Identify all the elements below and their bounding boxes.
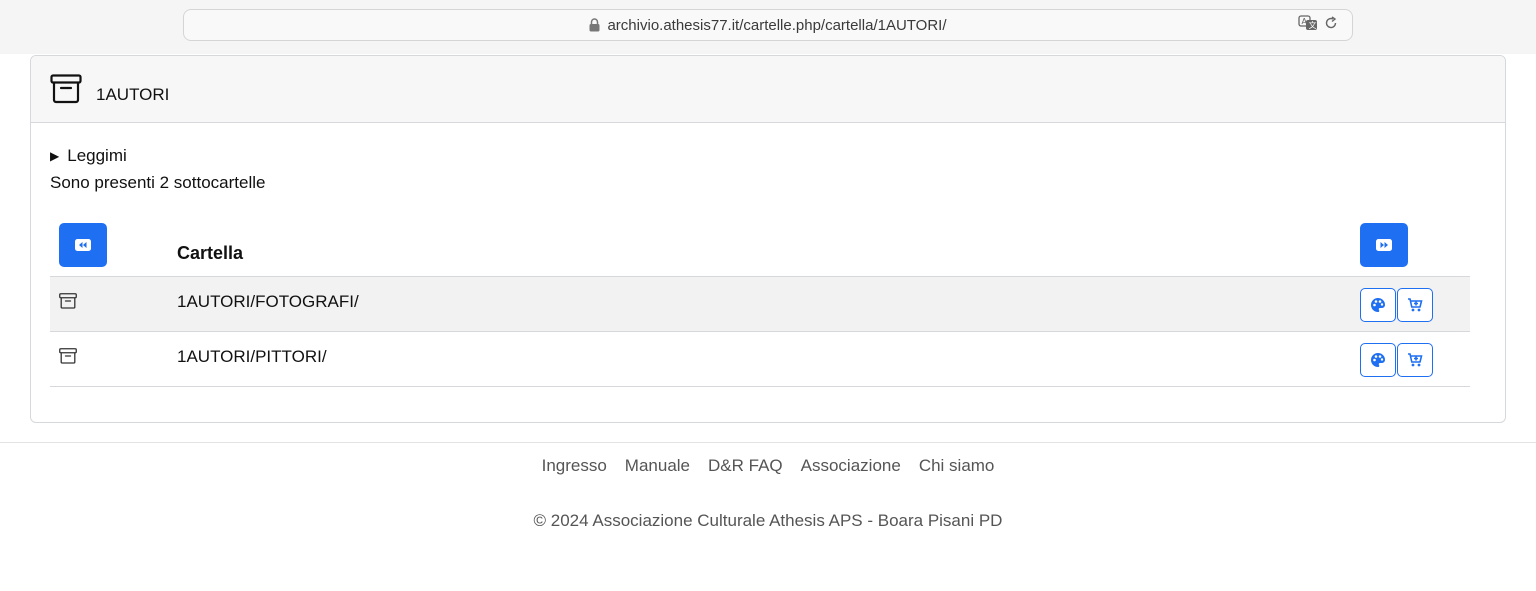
- cart-add-icon: [1408, 353, 1423, 367]
- footer-link-associazione[interactable]: Associazione: [801, 456, 901, 476]
- copyright-text: © 2024 Associazione Culturale Athesis AP…: [533, 511, 1003, 530]
- footer-divider: [0, 442, 1536, 443]
- archive-box-icon: [59, 293, 77, 314]
- next-page-button[interactable]: [1360, 223, 1408, 267]
- disclosure-triangle-icon: ▶: [50, 149, 60, 163]
- add-to-cart-button[interactable]: [1397, 343, 1433, 377]
- footer-link-manuale[interactable]: Manuale: [625, 456, 690, 476]
- folders-table: Cartella 1AUTORI/FOTOGRAFI/ 1AUTORI/PITT…: [50, 216, 1470, 387]
- footer-nav: Ingresso Manuale D&R FAQ Associazione Ch…: [0, 456, 1536, 476]
- cart-add-icon: [1408, 298, 1423, 312]
- palette-icon: [1371, 353, 1385, 367]
- previous-page-button[interactable]: [59, 223, 107, 267]
- folder-link[interactable]: 1AUTORI/FOTOGRAFI/: [177, 292, 359, 312]
- palette-button[interactable]: [1360, 288, 1396, 322]
- fast-forward-icon: [1376, 239, 1392, 251]
- archive-box-icon: [50, 74, 82, 109]
- table-row[interactable]: 1AUTORI/FOTOGRAFI/: [50, 277, 1470, 332]
- footer-link-chi-siamo[interactable]: Chi siamo: [919, 456, 995, 476]
- reload-icon[interactable]: [1324, 16, 1338, 33]
- browser-toolbar: archivio.athesis77.it/cartelle.php/carte…: [0, 0, 1536, 54]
- address-bar[interactable]: archivio.athesis77.it/cartelle.php/carte…: [183, 9, 1353, 41]
- footer-link-faq[interactable]: D&R FAQ: [708, 456, 783, 476]
- url-text: archivio.athesis77.it/cartelle.php/carte…: [607, 16, 947, 34]
- table-row[interactable]: 1AUTORI/PITTORI/: [50, 332, 1470, 387]
- archive-box-icon: [59, 348, 77, 369]
- readme-toggle[interactable]: ▶ Leggimi: [50, 146, 127, 166]
- lock-icon: [589, 18, 600, 32]
- column-header-cartella: Cartella: [177, 243, 244, 263]
- svg-text:文: 文: [1309, 20, 1317, 30]
- translate-icon[interactable]: A 文: [1298, 15, 1318, 34]
- folder-title: 1AUTORI: [96, 85, 170, 104]
- readme-summary: Leggimi: [67, 146, 127, 165]
- rewind-icon: [75, 239, 91, 251]
- folder-link[interactable]: 1AUTORI/PITTORI/: [177, 347, 327, 367]
- add-to-cart-button[interactable]: [1397, 288, 1433, 322]
- footer-link-ingresso[interactable]: Ingresso: [542, 456, 607, 476]
- table-header: Cartella: [50, 216, 1470, 277]
- palette-button[interactable]: [1360, 343, 1396, 377]
- card-header: 1AUTORI: [31, 56, 1505, 123]
- subfolder-count: Sono presenti 2 sottocartelle: [50, 173, 266, 192]
- folder-card: 1AUTORI ▶ Leggimi Sono presenti 2 sottoc…: [30, 55, 1506, 423]
- palette-icon: [1371, 298, 1385, 312]
